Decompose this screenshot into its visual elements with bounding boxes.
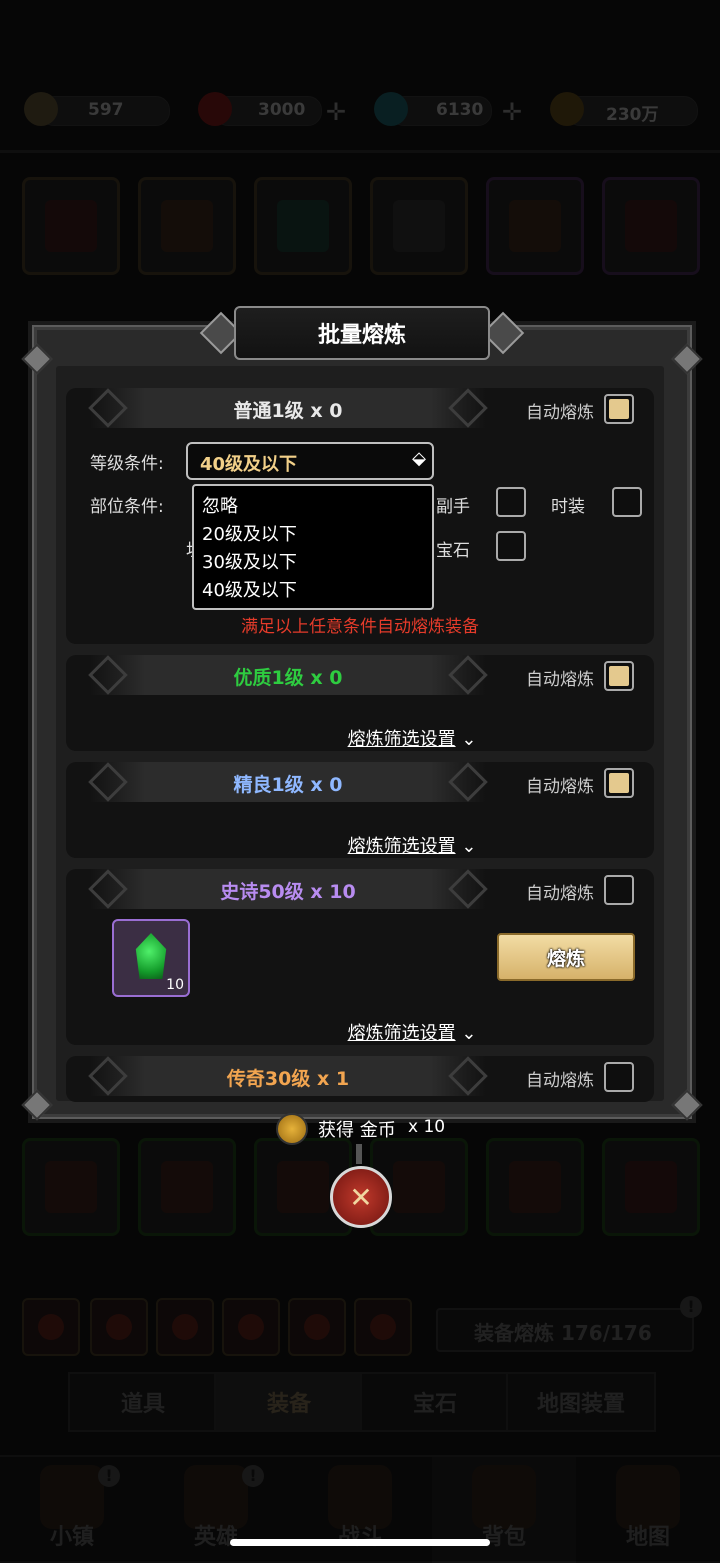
section-legend: 传奇30级 x 1 自动熔炼	[66, 1056, 654, 1102]
section-title: 史诗50级 x 10	[220, 881, 356, 903]
section-header: 精良1级 x 0	[88, 762, 488, 802]
filter-settings-label: 熔炼筛选设置	[347, 836, 456, 857]
dropdown-option[interactable]: 忽略	[202, 492, 238, 518]
offhand-label: 副手	[436, 497, 470, 517]
auto-smelt-checkbox[interactable]	[604, 1062, 634, 1092]
filter-settings-link[interactable]: 熔炼筛选设置 ⌄	[302, 832, 522, 858]
connector	[356, 1144, 362, 1164]
section-header: 传奇30级 x 1	[88, 1056, 488, 1096]
section-header: 优质1级 x 0	[88, 655, 488, 695]
fashion-label: 时装	[551, 497, 585, 517]
chevron-down-icon: ⌄	[461, 1023, 477, 1044]
gem-checkbox[interactable]	[496, 531, 526, 561]
smelt-button[interactable]: 熔炼	[497, 933, 635, 981]
level-dropdown-list: 忽略 20级及以下 30级及以下 40级及以下	[192, 484, 434, 610]
gem-label: 宝石	[436, 541, 470, 561]
item-count: 10	[166, 977, 184, 993]
auto-smelt-checkbox[interactable]	[604, 394, 634, 424]
section-fine: 优质1级 x 0 自动熔炼 熔炼筛选设置 ⌄	[66, 655, 654, 751]
auto-smelt-label: 自动熔炼	[526, 1071, 594, 1091]
chevron-down-icon: ⬙	[412, 448, 426, 469]
green-crystal-icon	[135, 933, 167, 979]
dropdown-option[interactable]: 20级及以下	[202, 520, 297, 546]
filter-settings-link[interactable]: 熔炼筛选设置 ⌄	[302, 725, 522, 751]
section-header: 普通1级 x 0	[88, 388, 488, 428]
dropdown-option[interactable]: 40级及以下	[202, 576, 297, 602]
fashion-checkbox[interactable]	[612, 487, 642, 517]
reward-text: 获得 金币	[318, 1120, 396, 1141]
section-title: 普通1级 x 0	[233, 400, 343, 422]
filter-settings-link[interactable]: 熔炼筛选设置 ⌄	[302, 1019, 522, 1045]
epic-item-slot[interactable]: 10	[112, 919, 190, 997]
auto-smelt-label: 自动熔炼	[526, 670, 594, 690]
section-excellent: 精良1级 x 0 自动熔炼 熔炼筛选设置 ⌄	[66, 762, 654, 858]
section-title: 精良1级 x 0	[233, 774, 343, 796]
section-title: 传奇30级 x 1	[226, 1068, 350, 1090]
section-title: 优质1级 x 0	[233, 667, 343, 689]
close-button[interactable]: ✕	[330, 1166, 392, 1228]
reward-count: x 10	[408, 1117, 446, 1137]
filter-settings-label: 熔炼筛选设置	[347, 729, 456, 750]
auto-smelt-warning: 满足以上任意条件自动熔炼装备	[241, 617, 479, 637]
slot-condition-label: 部位条件:	[90, 497, 164, 517]
gold-coin-icon	[276, 1113, 308, 1145]
auto-smelt-checkbox[interactable]	[604, 875, 634, 905]
auto-smelt-checkbox[interactable]	[604, 768, 634, 798]
auto-smelt-checkbox[interactable]	[604, 661, 634, 691]
level-condition-label: 等级条件:	[90, 454, 164, 474]
level-condition-select[interactable]: 40级及以下 ⬙	[186, 442, 434, 480]
chevron-down-icon: ⌄	[461, 729, 477, 750]
auto-smelt-label: 自动熔炼	[526, 777, 594, 797]
auto-smelt-label: 自动熔炼	[526, 403, 594, 423]
level-select-value: 40级及以下	[200, 454, 298, 475]
home-indicator	[230, 1539, 490, 1546]
dialog-title: 批量熔炼	[234, 306, 490, 360]
section-header: 史诗50级 x 10	[88, 869, 488, 909]
offhand-checkbox[interactable]	[496, 487, 526, 517]
filter-settings-label: 熔炼筛选设置	[347, 1023, 456, 1044]
auto-smelt-label: 自动熔炼	[526, 884, 594, 904]
dropdown-option[interactable]: 30级及以下	[202, 548, 297, 574]
reward-info: 获得 金币 x 10	[276, 1113, 446, 1145]
chevron-down-icon: ⌄	[461, 836, 477, 857]
